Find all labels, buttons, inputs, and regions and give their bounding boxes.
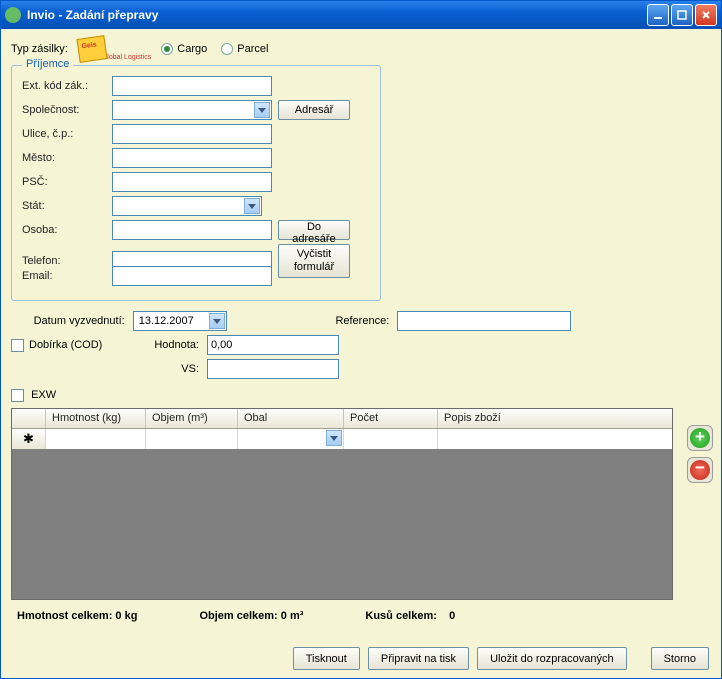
grid-cell-weight[interactable] xyxy=(46,429,146,449)
maximize-button[interactable] xyxy=(671,4,693,26)
ext-code-label: Ext. kód zák.: xyxy=(22,80,106,92)
carrier-logo xyxy=(76,35,107,63)
total-weight-value: 0 kg xyxy=(115,610,137,622)
carrier-logo-subtext: Global Logistics xyxy=(102,54,151,61)
chevron-down-icon xyxy=(254,102,270,118)
grid-cell-packing-select[interactable] xyxy=(238,429,344,449)
company-label: Společnost: xyxy=(22,104,106,116)
zip-label: PSČ: xyxy=(22,176,106,188)
titlebar: Invio - Zadání přepravy xyxy=(1,1,721,29)
person-input[interactable] xyxy=(112,220,272,240)
addressbook-button[interactable]: Adresář xyxy=(278,100,350,120)
grid-cell-count[interactable] xyxy=(344,429,438,449)
grid-header-desc[interactable]: Popis zboží xyxy=(438,409,672,428)
total-weight-label: Hmotnost celkem: xyxy=(17,610,112,622)
email-label: Email: xyxy=(22,270,106,282)
grid-header-packing[interactable]: Obal xyxy=(238,409,344,428)
grid-new-row: ✱ xyxy=(12,429,672,449)
total-volume-label: Objem celkem: xyxy=(199,610,277,622)
city-input[interactable] xyxy=(112,148,272,168)
cod-vs-label: VS: xyxy=(137,363,199,375)
radio-cargo[interactable]: Cargo xyxy=(161,43,207,55)
pickup-date-label: Datum vyzvednutí: xyxy=(11,315,125,327)
radio-parcel[interactable]: Parcel xyxy=(221,43,268,55)
items-grid: Hmotnost (kg) Objem (m³) Obal Počet Popi… xyxy=(11,408,673,600)
person-label: Osoba: xyxy=(22,224,106,236)
radio-cargo-label: Cargo xyxy=(177,43,207,55)
total-pieces-label: Kusů celkem: xyxy=(365,610,437,622)
delete-row-button[interactable]: − xyxy=(687,457,713,483)
city-label: Město: xyxy=(22,152,106,164)
ext-code-input[interactable] xyxy=(112,76,272,96)
minus-icon: − xyxy=(690,460,710,480)
app-icon xyxy=(5,7,21,23)
plus-icon: + xyxy=(690,428,710,448)
street-label: Ulice, č.p.: xyxy=(22,128,106,140)
pickup-date-value: 13.12.2007 xyxy=(137,315,194,327)
reference-label: Reference: xyxy=(335,315,389,327)
shipment-type-radio-group: Cargo Parcel xyxy=(161,43,268,55)
minimize-button[interactable] xyxy=(647,4,669,26)
app-window: Invio - Zadání přepravy Typ zásilky: Glo… xyxy=(0,0,722,679)
total-volume-value: 0 m³ xyxy=(281,610,304,622)
totals-row: Hmotnost celkem: 0 kg Objem celkem: 0 m³… xyxy=(11,610,711,622)
exw-checkbox[interactable] xyxy=(11,389,24,402)
grid-header-rowselector[interactable] xyxy=(12,409,46,428)
phone-label: Telefon: xyxy=(22,255,106,267)
reference-input[interactable] xyxy=(397,311,571,331)
total-pieces-value: 0 xyxy=(449,610,455,622)
company-select[interactable] xyxy=(112,100,272,120)
shipment-type-label: Typ zásilky: xyxy=(11,43,68,55)
save-draft-button[interactable]: Uložit do rozpracovaných xyxy=(477,647,627,670)
clear-form-button[interactable]: Vyčistit formulář xyxy=(278,244,350,278)
state-select[interactable] xyxy=(112,196,262,216)
zip-input[interactable] xyxy=(112,172,272,192)
cancel-button[interactable]: Storno xyxy=(651,647,709,670)
grid-cell-volume[interactable] xyxy=(146,429,238,449)
cod-value-label: Hodnota: xyxy=(137,339,199,351)
to-addressbook-button[interactable]: Do adresáře xyxy=(278,220,350,240)
add-row-button[interactable]: + xyxy=(687,425,713,451)
grid-header-count[interactable]: Počet xyxy=(344,409,438,428)
footer-buttons: Tisknout Připravit na tisk Uložit do roz… xyxy=(293,647,709,670)
cod-label: Dobírka (COD) xyxy=(29,339,102,351)
cod-vs-input[interactable] xyxy=(207,359,339,379)
grid-header-weight[interactable]: Hmotnost (kg) xyxy=(46,409,146,428)
email-input[interactable] xyxy=(112,266,272,286)
state-label: Stát: xyxy=(22,200,106,212)
cod-checkbox[interactable] xyxy=(11,339,24,352)
recipient-fieldset: Příjemce Ext. kód zák.: Společnost: Adre… xyxy=(11,65,381,301)
exw-label: EXW xyxy=(31,389,56,401)
chevron-down-icon xyxy=(244,198,260,214)
chevron-down-icon xyxy=(326,430,342,446)
prepare-print-button[interactable]: Připravit na tisk xyxy=(368,647,469,670)
cod-value-input[interactable] xyxy=(207,335,339,355)
street-input[interactable] xyxy=(112,124,272,144)
pickup-date-select[interactable]: 13.12.2007 xyxy=(133,311,228,331)
chevron-down-icon xyxy=(209,313,225,329)
print-button[interactable]: Tisknout xyxy=(293,647,360,670)
grid-cell-desc[interactable] xyxy=(438,429,672,449)
grid-header-volume[interactable]: Objem (m³) xyxy=(146,409,238,428)
window-title: Invio - Zadání přepravy xyxy=(27,8,647,22)
radio-parcel-label: Parcel xyxy=(237,43,268,55)
recipient-legend: Příjemce xyxy=(22,58,73,70)
grid-newrow-indicator[interactable]: ✱ xyxy=(12,429,46,449)
close-button[interactable] xyxy=(695,4,717,26)
grid-header: Hmotnost (kg) Objem (m³) Obal Počet Popi… xyxy=(12,409,672,429)
